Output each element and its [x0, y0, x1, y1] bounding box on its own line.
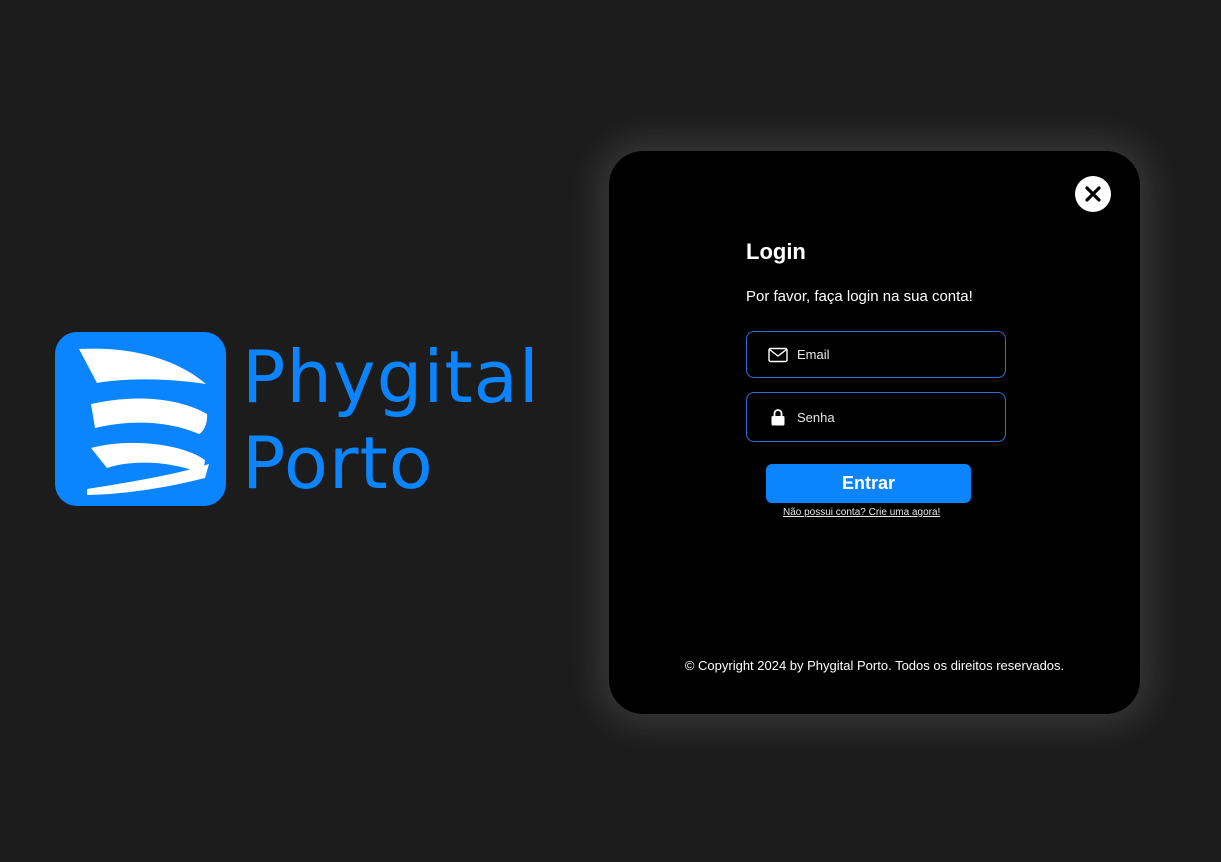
- brand-name: Phygital Porto: [242, 334, 540, 506]
- login-button[interactable]: Entrar: [766, 464, 971, 503]
- sail-logo-icon: [55, 332, 226, 506]
- brand-name-line2: Porto: [242, 421, 434, 505]
- brand-name-line1: Phygital: [242, 335, 540, 419]
- login-title: Login: [746, 239, 806, 264]
- mail-icon: [768, 345, 788, 365]
- close-icon: [1085, 186, 1101, 202]
- login-card: Login Por favor, faça login na sua conta…: [609, 151, 1140, 714]
- lock-icon: [768, 407, 788, 427]
- signup-link[interactable]: Não possui conta? Crie uma agora!: [783, 507, 940, 518]
- password-input[interactable]: [797, 409, 1005, 425]
- login-subtitle: Por favor, faça login na sua conta!: [746, 288, 973, 305]
- copyright-text: © Copyright 2024 by Phygital Porto. Todo…: [684, 658, 1065, 673]
- close-button[interactable]: [1075, 176, 1111, 212]
- brand-logo: Phygital Porto: [55, 332, 540, 506]
- password-field-container: [746, 392, 1006, 442]
- email-input[interactable]: [797, 347, 1005, 362]
- email-field-container: [746, 331, 1006, 378]
